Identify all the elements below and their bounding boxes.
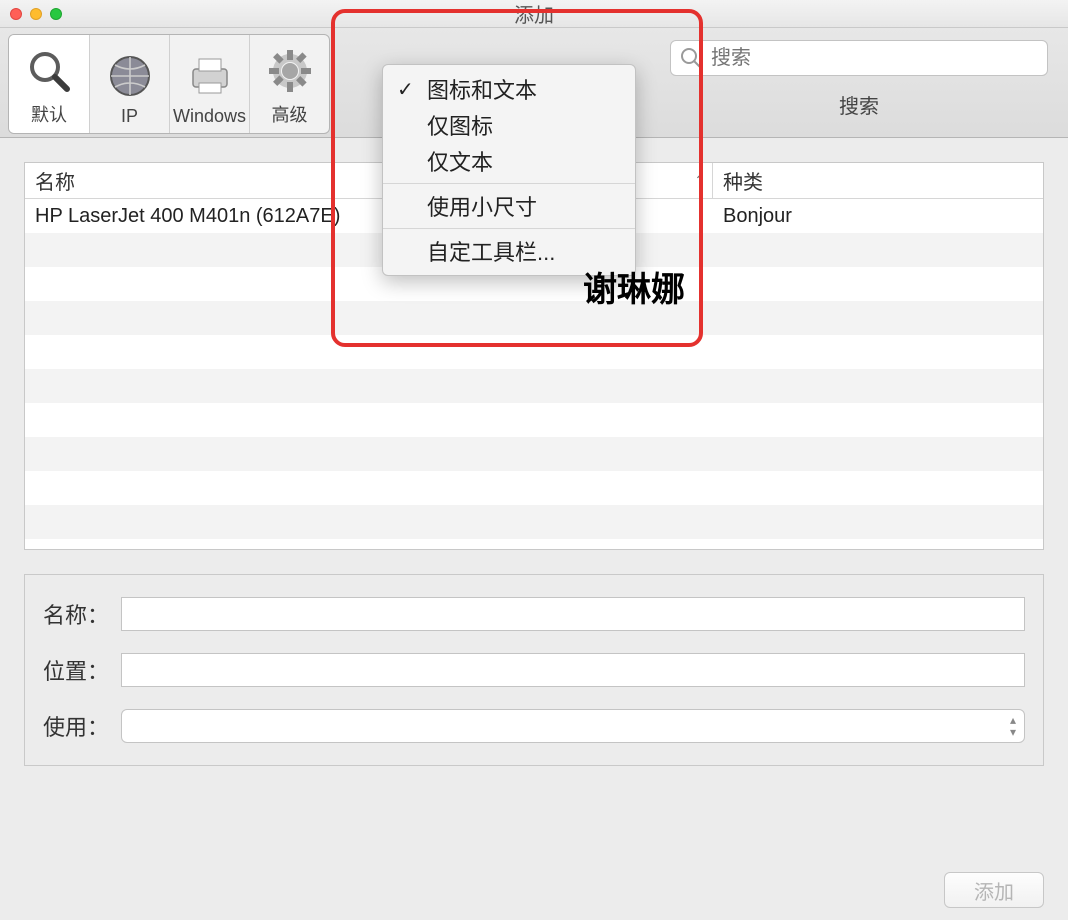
menu-label: 仅图标 xyxy=(427,109,493,141)
add-button[interactable]: 添加 xyxy=(944,872,1044,908)
list-row xyxy=(25,335,1043,369)
location-input[interactable] xyxy=(121,653,1025,687)
annotation-author: 谢琳娜 xyxy=(583,262,685,311)
tab-label: 高级 xyxy=(272,101,308,127)
menu-label: 使用小尺寸 xyxy=(427,190,537,222)
tab-windows[interactable]: Windows xyxy=(169,35,249,133)
toolbar-tabs: 默认 IP Windows 高级 xyxy=(8,34,330,134)
menu-text-only[interactable]: 仅文本 xyxy=(383,143,635,179)
list-row xyxy=(25,505,1043,539)
menu-separator xyxy=(383,183,635,184)
label-name: 名称： xyxy=(43,598,121,630)
toolbar-search-group: 搜索 xyxy=(670,34,1060,119)
window-titlebar: 添加 xyxy=(0,0,1068,28)
tab-label: IP xyxy=(121,106,138,127)
search-icon xyxy=(680,47,702,69)
menu-icon-only[interactable]: 仅图标 xyxy=(383,107,635,143)
list-row xyxy=(25,403,1043,437)
gear-icon xyxy=(264,45,316,97)
tab-ip[interactable]: IP xyxy=(89,35,169,133)
tab-label: 默认 xyxy=(31,101,67,127)
globe-icon xyxy=(104,50,156,102)
window-title: 添加 xyxy=(514,0,554,28)
label-location: 位置： xyxy=(43,654,121,686)
list-row xyxy=(25,369,1043,403)
menu-icon-and-text[interactable]: ✓ 图标和文本 xyxy=(383,71,635,107)
printer-icon xyxy=(184,50,236,102)
column-label: 名称 xyxy=(35,166,75,195)
traffic-lights xyxy=(10,8,62,20)
sort-ascending-icon: ⌃ xyxy=(688,172,712,189)
column-header-kind[interactable]: 种类 xyxy=(713,163,1043,198)
search-label: 搜索 xyxy=(839,90,879,119)
checkmark-icon: ✓ xyxy=(397,77,414,102)
details-form: 名称： 位置： 使用： ▴▾ xyxy=(24,574,1044,766)
stepper-arrows-icon: ▴▾ xyxy=(1010,714,1016,738)
use-select[interactable]: ▴▾ xyxy=(121,709,1025,743)
minimize-button[interactable] xyxy=(30,8,42,20)
list-row xyxy=(25,437,1043,471)
list-row xyxy=(25,301,1043,335)
column-label: 种类 xyxy=(723,166,763,195)
zoom-button[interactable] xyxy=(50,8,62,20)
tab-default[interactable]: 默认 xyxy=(9,35,89,133)
label-use: 使用： xyxy=(43,710,121,742)
toolbar-context-menu[interactable]: ✓ 图标和文本 仅图标 仅文本 使用小尺寸 自定工具栏... xyxy=(382,64,636,276)
list-row xyxy=(25,471,1043,505)
menu-use-small-size[interactable]: 使用小尺寸 xyxy=(383,188,635,224)
tab-advanced[interactable]: 高级 xyxy=(249,35,329,133)
cell-kind: Bonjour xyxy=(713,205,1043,228)
tab-label: Windows xyxy=(173,106,246,127)
menu-separator xyxy=(383,228,635,229)
name-input[interactable] xyxy=(121,597,1025,631)
menu-label: 仅文本 xyxy=(427,145,493,177)
search-input[interactable] xyxy=(670,40,1048,76)
close-button[interactable] xyxy=(10,8,22,20)
menu-label: 自定工具栏... xyxy=(427,235,555,267)
menu-label: 图标和文本 xyxy=(427,73,537,105)
magnifier-icon xyxy=(23,45,75,97)
